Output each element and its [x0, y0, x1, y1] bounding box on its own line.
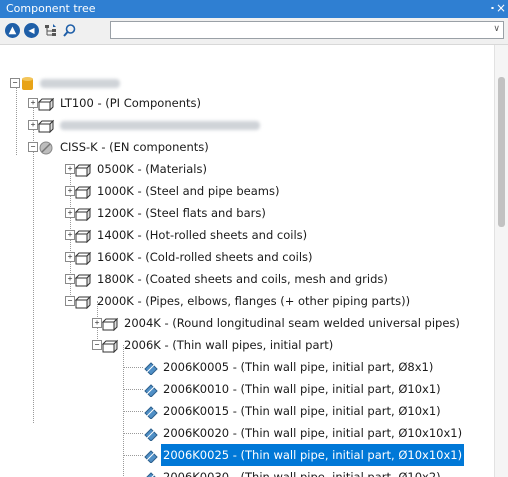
disabled-circle-icon [39, 140, 53, 155]
catalog-icon [37, 118, 55, 134]
tree-node-root[interactable]: − [10, 72, 210, 94]
tree-connector [123, 411, 143, 412]
tree-node-label: 2006K0010 - (Thin wall pipe, initial par… [163, 382, 441, 396]
catalog-icon [101, 338, 119, 354]
expand-toggle[interactable]: + [65, 230, 75, 240]
tree-node-label: 2000K - (Pipes, elbows, flanges (+ other… [97, 294, 411, 308]
catalog-icon [74, 294, 92, 310]
close-icon[interactable]: × [496, 1, 506, 15]
collapse-toggle[interactable]: − [92, 340, 102, 350]
tree-node[interactable]: + 1000K - (Steel and pipe beams) [65, 180, 385, 202]
expand-up-icon[interactable]: ▲ [5, 23, 20, 38]
chevron-down-icon[interactable]: ∨ [493, 24, 500, 34]
expand-toggle[interactable]: + [92, 318, 102, 328]
panel-title: Component tree [6, 2, 96, 15]
tree-node-label: 1000K - (Steel and pipe beams) [97, 184, 280, 198]
collapse-toggle[interactable]: − [65, 296, 75, 306]
tree-node-label: 0500K - (Materials) [97, 162, 207, 176]
tree-leaf[interactable]: 2006K0030 - (Thin wall pipe, initial par… [143, 466, 483, 477]
expand-toggle[interactable]: + [28, 120, 38, 130]
tree-node[interactable]: + 0500K - (Materials) [65, 158, 385, 180]
pin-icon[interactable]: ⬝ [491, 1, 494, 15]
redacted-text [40, 79, 120, 88]
tree-node[interactable]: + 1200K - (Steel flats and bars) [65, 202, 385, 224]
pipe-part-icon [143, 404, 159, 420]
tree-node-label: 2004K - (Round longitudinal seam welded … [124, 316, 460, 330]
tree-leaf[interactable]: 2006K0015 - (Thin wall pipe, initial par… [143, 400, 483, 422]
tree-leaf-selected[interactable]: 2006K0025 - (Thin wall pipe, initial par… [143, 443, 483, 467]
catalog-icon [74, 250, 92, 266]
tree-node-label: 1600K - (Cold-rolled sheets and coils) [97, 250, 313, 264]
vertical-scrollbar[interactable] [494, 45, 508, 477]
search-input[interactable]: ∨ [110, 21, 504, 39]
pipe-part-icon [143, 426, 159, 442]
tree-connector [123, 389, 143, 390]
expand-toggle[interactable]: + [65, 274, 75, 284]
tree-connector [123, 455, 143, 456]
catalog-icon [37, 96, 55, 112]
toolbar: ▲ ◀ ∨ [0, 18, 508, 45]
catalog-icon [74, 206, 92, 222]
tree-node-label: 2006K0030 - (Thin wall pipe, initial par… [163, 470, 441, 477]
pipe-part-icon [143, 382, 159, 398]
tree-node[interactable]: + 1600K - (Cold-rolled sheets and coils) [65, 246, 385, 268]
expand-toggle[interactable]: + [65, 208, 75, 218]
expand-toggle[interactable]: + [28, 98, 38, 108]
expand-toggle[interactable]: + [65, 252, 75, 262]
catalog-icon [74, 184, 92, 200]
catalog-icon [101, 316, 119, 332]
redacted-text [60, 121, 260, 130]
collapse-toggle[interactable]: − [10, 78, 20, 88]
tree-connector [123, 367, 143, 368]
tree-node-label: 2006K0015 - (Thin wall pipe, initial par… [163, 404, 441, 418]
expand-toggle[interactable]: + [65, 164, 75, 174]
tree-node-label: 1800K - (Coated sheets and coils, mesh a… [97, 272, 388, 286]
tree-node[interactable]: + 1400K - (Hot-rolled sheets and coils) [65, 224, 385, 246]
tree-node-label: LT100 - (PI Components) [60, 96, 201, 110]
tree-node-label: 2006K - (Thin wall pipes, initial part) [124, 338, 334, 352]
scrollbar-thumb[interactable] [498, 77, 505, 227]
tree-node-label [58, 114, 262, 136]
tree-node[interactable]: − 2000K - (Pipes, elbows, flanges (+ oth… [65, 290, 485, 312]
navigate-icon[interactable]: ◀ [24, 23, 39, 38]
panel-titlebar: Component tree ⬝ × [0, 0, 508, 18]
catalog-icon [74, 272, 92, 288]
tree-node-label: CISS-K - (EN components) [60, 140, 209, 154]
tree-node-label: 2006K0005 - (Thin wall pipe, initial par… [163, 360, 434, 374]
tree-connector [123, 433, 143, 434]
tree-node[interactable]: − 2006K - (Thin wall pipes, initial part… [92, 334, 472, 356]
tree-node[interactable]: + [28, 114, 288, 136]
catalog-icon [74, 162, 92, 178]
tree-node-label: 2006K0020 - (Thin wall pipe, initial par… [163, 426, 463, 440]
collapse-toggle[interactable]: − [28, 142, 38, 152]
tree-leaf[interactable]: 2006K0010 - (Thin wall pipe, initial par… [143, 378, 483, 400]
tree-node[interactable]: + LT100 - (PI Components) [28, 92, 288, 114]
database-icon [22, 76, 33, 90]
tree-leaf[interactable]: 2006K0005 - (Thin wall pipe, initial par… [143, 356, 483, 378]
expand-toggle[interactable]: + [65, 186, 75, 196]
tree-leaf[interactable]: 2006K0020 - (Thin wall pipe, initial par… [143, 422, 483, 444]
search-icon[interactable] [62, 23, 77, 38]
pipe-part-icon [143, 448, 159, 464]
pipe-part-icon [143, 360, 159, 376]
catalog-icon [74, 228, 92, 244]
tree-settings-icon[interactable] [43, 23, 58, 38]
component-tree[interactable]: − + LT100 - (PI Components) + − CISS-K -… [0, 45, 494, 477]
tree-node[interactable]: − CISS-K - (EN components) [28, 136, 288, 158]
tree-node-label: 1400K - (Hot-rolled sheets and coils) [97, 228, 308, 242]
tree-node-label [38, 72, 122, 94]
tree-node[interactable]: + 2004K - (Round longitudinal seam welde… [92, 312, 492, 334]
pipe-part-icon [143, 470, 159, 477]
tree-node-label: 2006K0025 - (Thin wall pipe, initial par… [159, 443, 466, 467]
tree-node-label: 1200K - (Steel flats and bars) [97, 206, 266, 220]
tree-node[interactable]: + 1800K - (Coated sheets and coils, mesh… [65, 268, 445, 290]
